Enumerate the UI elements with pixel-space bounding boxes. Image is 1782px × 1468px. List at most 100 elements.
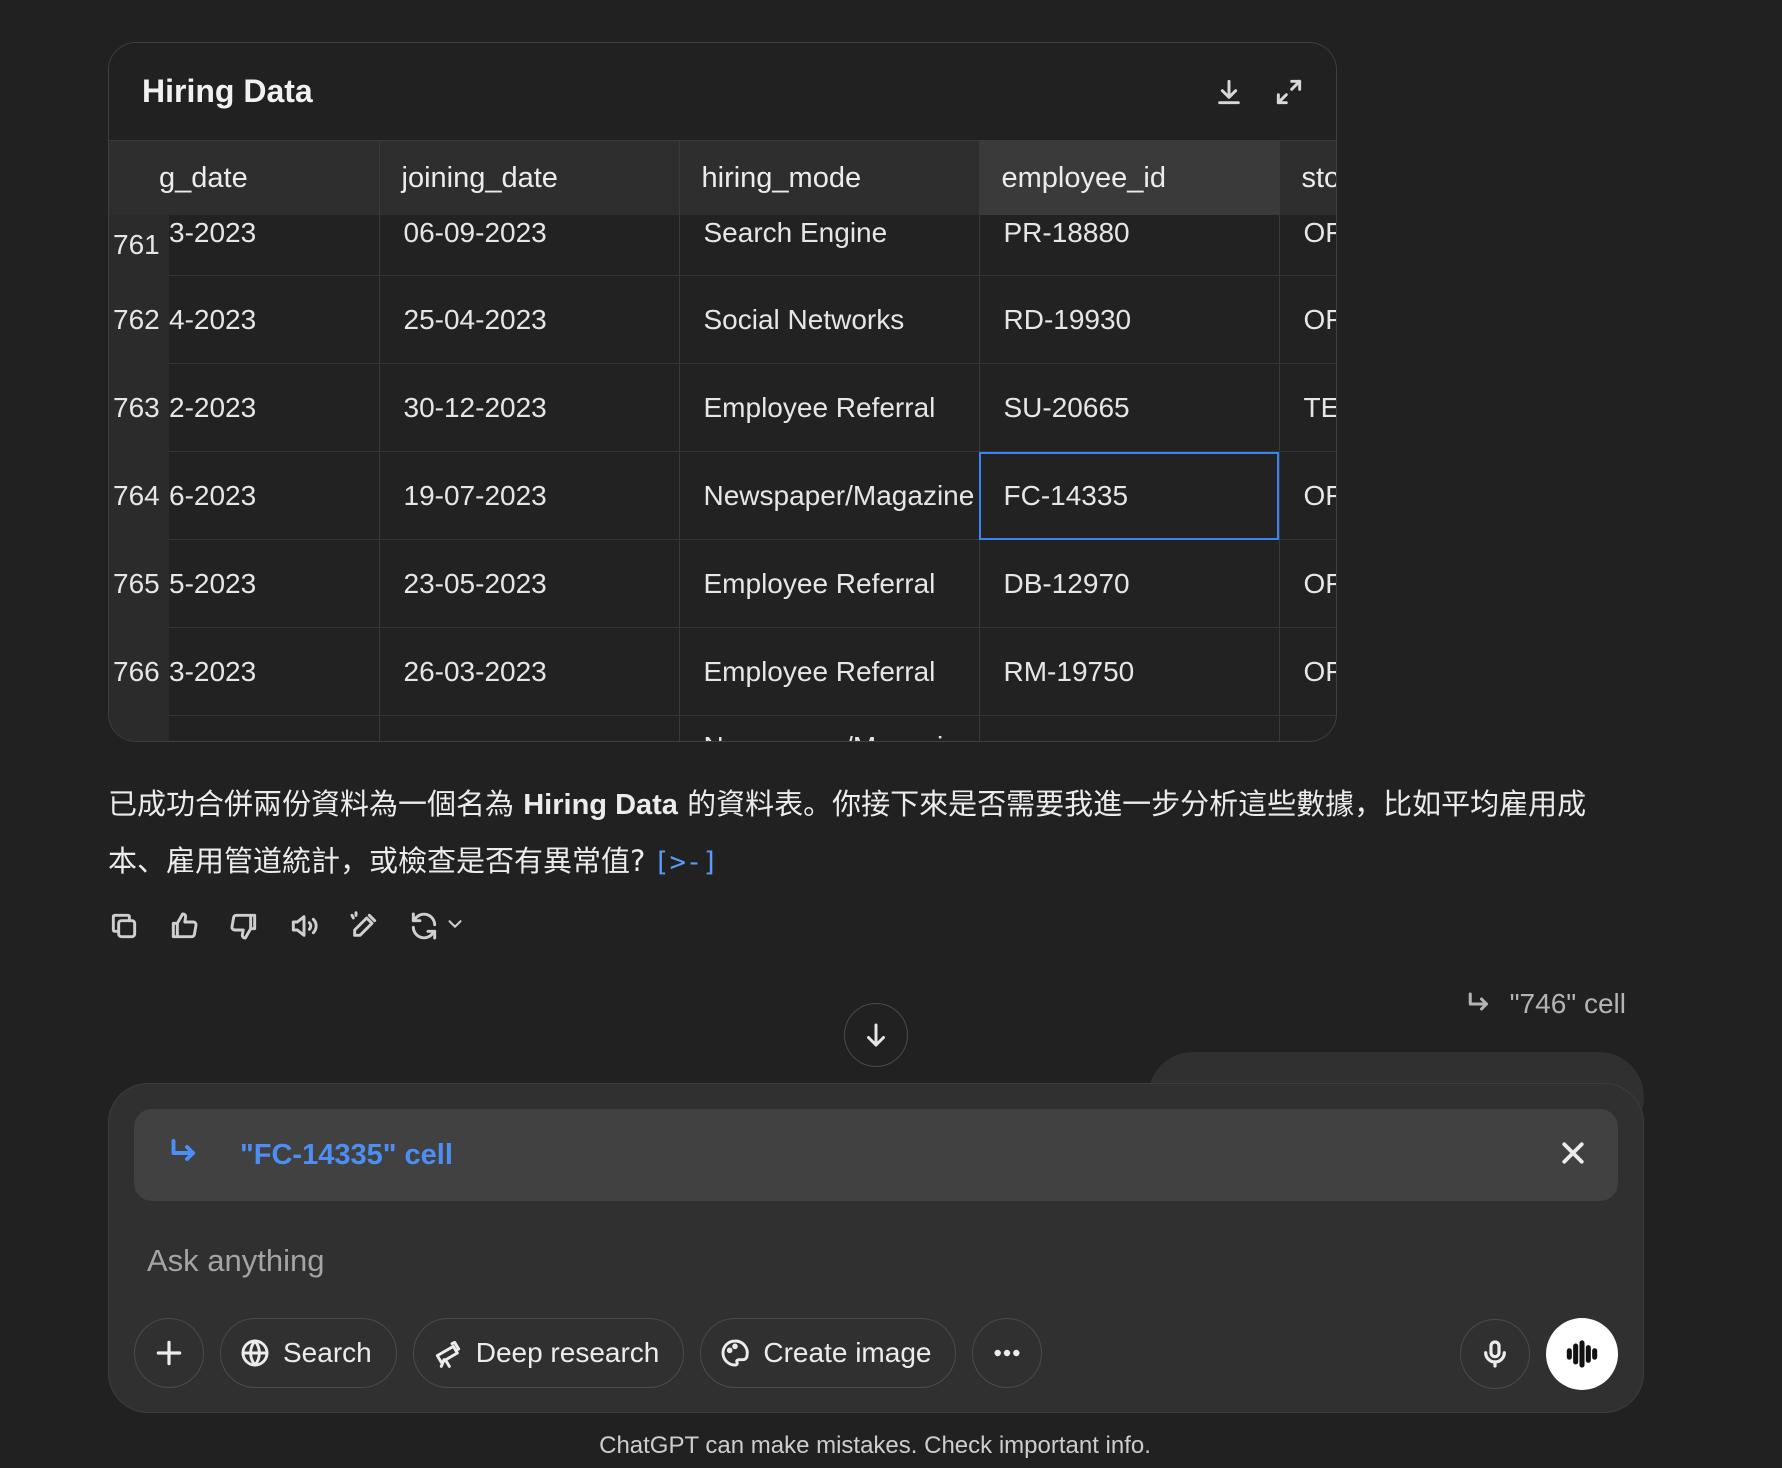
quote-ref-label: "746" cell xyxy=(1509,988,1626,1019)
copy-icon[interactable] xyxy=(108,910,140,942)
table-row: Newspaper/Magazi xyxy=(109,715,1336,741)
table-cell[interactable]: 26-03-2023 xyxy=(379,627,680,716)
read-aloud-icon[interactable] xyxy=(288,910,320,942)
chat-page: Hiring Data g_date joining_date hiring_m… xyxy=(0,0,1782,1468)
composer-tools: Search Deep research Create image xyxy=(134,1318,1043,1388)
more-horizontal-icon xyxy=(994,1349,1021,1357)
chevron-down-icon xyxy=(444,913,466,940)
search-label: Search xyxy=(283,1337,372,1368)
table-cell[interactable]: RD-19930 xyxy=(979,275,1280,364)
table-viewport[interactable]: g_date joining_date hiring_mode employee… xyxy=(109,141,1336,741)
table-row: 766 3-2023 26-03-2023 Employee Referral R… xyxy=(109,627,1336,716)
row-index: 761 xyxy=(113,229,160,260)
table-cell[interactable]: TE xyxy=(1279,363,1336,452)
deep-research-button[interactable]: Deep research xyxy=(412,1318,685,1388)
table-cell[interactable]: 06-09-2023 xyxy=(379,215,680,276)
user-quote-reference: "746" cell xyxy=(1464,988,1626,1020)
reply-arrow-icon xyxy=(1468,992,1488,1011)
table-row: 765 5-2023 23-05-2023 Employee Referral D… xyxy=(109,539,1336,628)
reply-arrow-icon xyxy=(166,1135,202,1176)
dictate-button[interactable] xyxy=(1460,1319,1530,1389)
reference-label: "FC-14335" cell xyxy=(240,1138,453,1171)
table-cell[interactable] xyxy=(379,715,680,741)
row-index: 764 xyxy=(113,479,160,511)
regenerate-button[interactable] xyxy=(408,910,466,942)
table-row: 764 6-2023 19-07-2023 Newspaper/Magazine … xyxy=(109,451,1336,540)
table-cell[interactable]: Employee Referral xyxy=(679,539,980,628)
row-index: 765 xyxy=(113,567,160,599)
row-index: 762 xyxy=(113,303,160,335)
voice-mode-button[interactable] xyxy=(1546,1318,1618,1390)
card-actions xyxy=(1212,75,1306,109)
composer: "FC-14335" cell Search Deep research Cre… xyxy=(108,1083,1644,1413)
message-text: 已成功合併兩份資料為一個名為 xyxy=(108,787,524,821)
waveform-icon xyxy=(1566,1340,1598,1368)
table-cell[interactable]: PR-18880 xyxy=(979,215,1280,276)
table-row: 762 4-2023 25-04-2023 Social Networks RD-… xyxy=(109,275,1336,364)
table-row: 763 2-2023 30-12-2023 Employee Referral S… xyxy=(109,363,1336,452)
row-index: 766 xyxy=(113,655,160,687)
message-bold-text: Hiring Data xyxy=(523,789,678,821)
composer-right-tools xyxy=(1460,1318,1618,1390)
deep-research-label: Deep research xyxy=(475,1337,660,1368)
disclaimer-footer: ChatGPT can make mistakes. Check importa… xyxy=(599,1432,1151,1459)
arrow-down-icon xyxy=(867,1023,885,1047)
column-header[interactable]: g_date xyxy=(109,141,380,215)
table-title: Hiring Data xyxy=(142,73,313,109)
data-table-card: Hiring Data g_date joining_date hiring_m… xyxy=(108,42,1337,742)
column-header[interactable]: hiring_mode xyxy=(679,141,980,215)
microphone-icon xyxy=(1484,1340,1506,1368)
refresh-icon xyxy=(408,910,440,942)
download-icon[interactable] xyxy=(1212,75,1246,109)
telescope-icon xyxy=(435,1340,460,1368)
column-header[interactable]: employee_id xyxy=(979,141,1280,215)
table-cell[interactable]: Employee Referral xyxy=(679,627,980,716)
table-cell[interactable]: Employee Referral xyxy=(679,363,980,452)
table-cell[interactable]: Social Networks xyxy=(679,275,980,364)
table-cell[interactable]: SU-20665 xyxy=(979,363,1280,452)
table-cell[interactable]: 23-05-2023 xyxy=(379,539,680,628)
table-cell[interactable]: Newspaper/Magazi xyxy=(679,715,980,741)
card-header: Hiring Data xyxy=(109,43,1336,141)
table-cell[interactable]: 30-12-2023 xyxy=(379,363,680,452)
table-cell[interactable]: Newspaper/Magazine xyxy=(679,451,980,540)
expand-icon[interactable] xyxy=(1272,75,1306,109)
table-cell[interactable] xyxy=(979,715,1280,741)
selected-table-cell[interactable]: FC-14335 xyxy=(979,451,1280,540)
prompt-input[interactable] xyxy=(147,1236,1547,1286)
table-cell[interactable]: DB-12970 xyxy=(979,539,1280,628)
table-row: 761 3-2023 06-09-2023 Search Engine PR-18… xyxy=(109,215,1336,276)
search-button[interactable]: Search xyxy=(220,1318,397,1388)
thumbs-up-icon[interactable] xyxy=(168,910,200,942)
more-tools-button[interactable] xyxy=(972,1318,1043,1388)
table-cell[interactable] xyxy=(1279,715,1336,741)
table-cell[interactable]: OF xyxy=(1279,215,1336,276)
table-cell[interactable]: OF xyxy=(1279,451,1336,540)
table-cell[interactable]: 25-04-2023 xyxy=(379,275,680,364)
code-interpreter-chip[interactable]: [>-] xyxy=(653,835,718,891)
assistant-message: 已成功合併兩份資料為一個名為 Hiring Data 的資料表。你接下來是否需要… xyxy=(108,776,1628,891)
globe-icon xyxy=(241,1339,269,1367)
data-table: g_date joining_date hiring_mode employee… xyxy=(109,141,1336,741)
message-actions xyxy=(108,910,466,942)
create-image-button[interactable]: Create image xyxy=(700,1318,957,1388)
thumbs-down-icon[interactable] xyxy=(228,910,260,942)
table-cell[interactable]: OF xyxy=(1279,627,1336,716)
table-cell[interactable]: 19-07-2023 xyxy=(379,451,680,540)
close-icon[interactable] xyxy=(1558,1138,1588,1173)
create-image-label: Create image xyxy=(763,1337,932,1368)
row-index: 763 xyxy=(113,391,160,423)
plus-icon xyxy=(156,1340,182,1366)
table-header-row: g_date joining_date hiring_mode employee… xyxy=(109,141,1336,215)
column-header[interactable]: joining_date xyxy=(379,141,680,215)
column-header[interactable]: sto xyxy=(1279,141,1336,215)
scroll-to-bottom-button[interactable] xyxy=(844,1003,908,1067)
selected-cell-reference: "FC-14335" cell xyxy=(134,1109,1618,1201)
table-cell[interactable]: Search Engine xyxy=(679,215,980,276)
table-cell[interactable]: OF xyxy=(1279,539,1336,628)
add-attachment-button[interactable] xyxy=(134,1318,204,1388)
palette-icon xyxy=(721,1339,750,1367)
edit-canvas-icon[interactable] xyxy=(348,910,380,942)
table-cell[interactable]: RM-19750 xyxy=(979,627,1280,716)
table-cell[interactable]: OF xyxy=(1279,275,1336,364)
